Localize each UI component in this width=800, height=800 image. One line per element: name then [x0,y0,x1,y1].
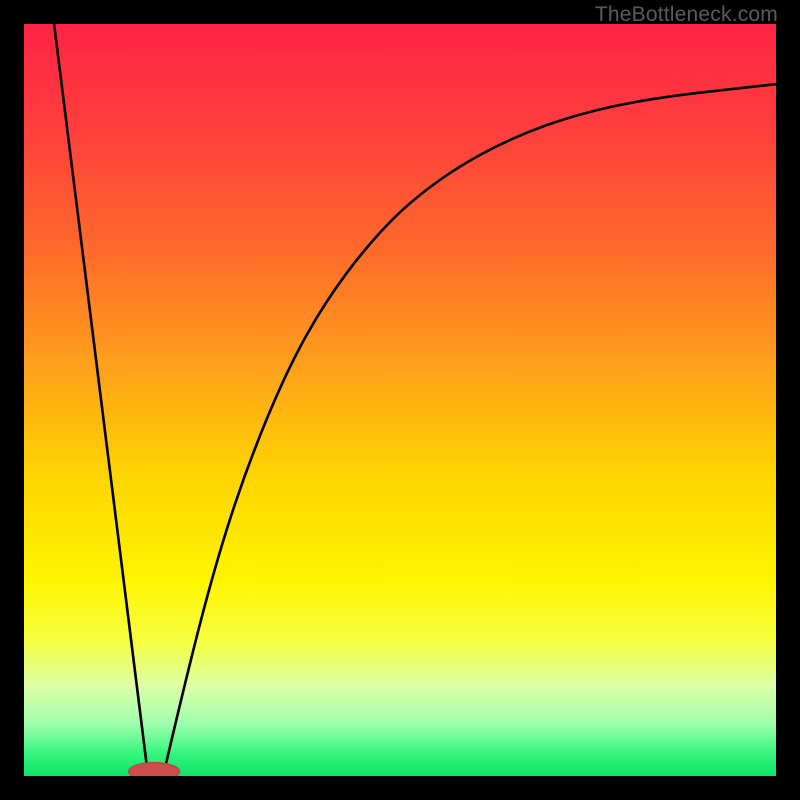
outer-frame: TheBottleneck.com [0,0,800,800]
chart-svg [24,24,776,776]
min-marker [129,762,180,776]
plot-area [24,24,776,776]
gradient-bg [24,24,776,776]
